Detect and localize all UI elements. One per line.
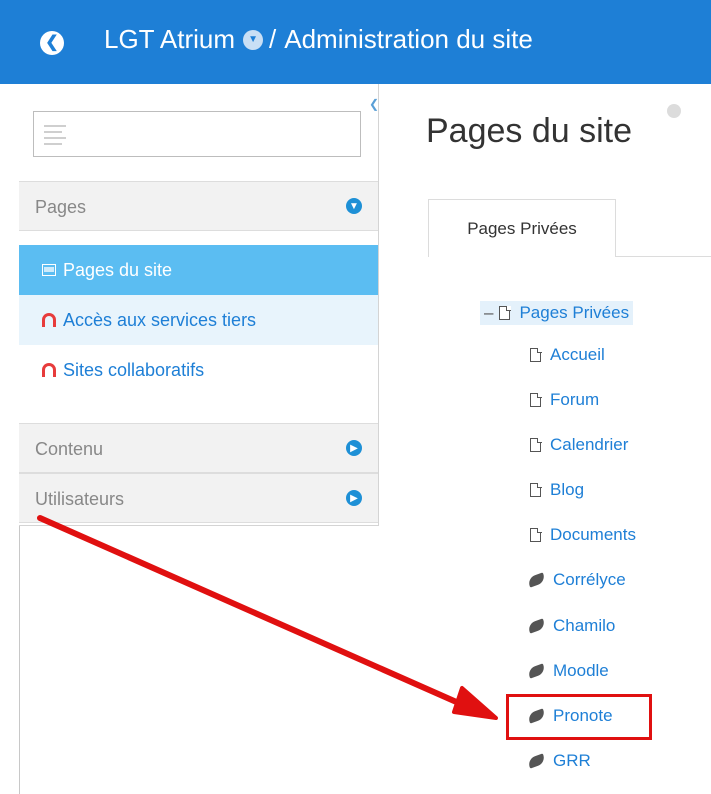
annotation-arrow (37, 515, 498, 720)
